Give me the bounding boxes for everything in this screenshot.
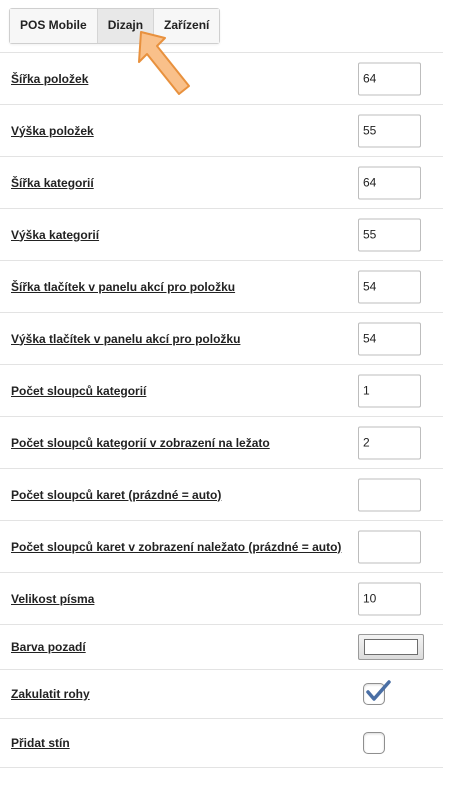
setting-row-card-columns: Počet sloupců karet (prázdné = auto) (0, 469, 443, 521)
setting-row-action-button-width: Šířka tlačítek v panelu akcí pro položku (0, 261, 443, 313)
rounded-corners-checkbox[interactable] (363, 680, 391, 705)
category-columns-label: Počet sloupců kategorií (11, 383, 147, 398)
font-size-input[interactable] (358, 582, 421, 615)
category-columns-landscape-input[interactable] (358, 426, 421, 459)
card-columns-label: Počet sloupců karet (prázdné = auto) (11, 487, 222, 502)
category-height-label: Výška kategorií (11, 227, 100, 242)
setting-row-category-width: Šířka kategorií (0, 157, 443, 209)
add-shadow-checkbox[interactable] (363, 732, 385, 754)
font-size-label: Velikost písma (11, 591, 95, 606)
action-button-width-label: Šířka tlačítek v panelu akcí pro položku (11, 279, 236, 294)
card-columns-landscape-input[interactable] (358, 530, 421, 563)
item-width-input[interactable] (358, 62, 421, 95)
setting-row-item-height: Výška položek (0, 105, 443, 157)
card-columns-input[interactable] (358, 478, 421, 511)
setting-row-action-button-height: Výška tlačítek v panelu akcí pro položku (0, 313, 443, 365)
setting-row-category-columns-landscape: Počet sloupců kategorií v zobrazení na l… (0, 417, 443, 469)
setting-row-item-width: Šířka položek (0, 53, 443, 105)
category-width-input[interactable] (358, 166, 421, 199)
background-color-swatch (364, 639, 418, 655)
category-width-label: Šířka kategorií (11, 175, 94, 190)
background-color-picker[interactable] (358, 634, 424, 660)
rounded-corners-label: Zakulatit rohy (11, 687, 90, 701)
category-columns-landscape-label: Počet sloupců kategorií v zobrazení na l… (11, 435, 270, 450)
setting-row-rounded-corners: Zakulatit rohy (0, 670, 443, 719)
add-shadow-label: Přidat stín (11, 736, 70, 750)
background-color-label: Barva pozadí (11, 640, 86, 654)
setting-row-category-columns: Počet sloupců kategorií (0, 365, 443, 417)
category-height-input[interactable] (358, 218, 421, 251)
setting-row-background-color: Barva pozadí (0, 625, 443, 670)
setting-row-add-shadow: Přidat stín (0, 719, 443, 768)
action-button-height-label: Výška tlačítek v panelu akcí pro položku (11, 331, 241, 346)
settings-form: Šířka položek Výška položek Šířka katego… (0, 53, 443, 768)
card-columns-landscape-label: Počet sloupců karet v zobrazení naležato… (11, 539, 342, 554)
checkmark-icon (366, 680, 391, 701)
item-width-label: Šířka položek (11, 71, 89, 86)
category-columns-input[interactable] (358, 374, 421, 407)
action-button-width-input[interactable] (358, 270, 421, 303)
item-height-input[interactable] (358, 114, 421, 147)
setting-row-card-columns-landscape: Počet sloupců karet v zobrazení naležato… (0, 521, 443, 573)
item-height-label: Výška položek (11, 123, 94, 138)
setting-row-category-height: Výška kategorií (0, 209, 443, 261)
tab-pos-mobile[interactable]: POS Mobile (10, 9, 98, 43)
action-button-height-input[interactable] (358, 322, 421, 355)
setting-row-font-size: Velikost písma (0, 573, 443, 625)
